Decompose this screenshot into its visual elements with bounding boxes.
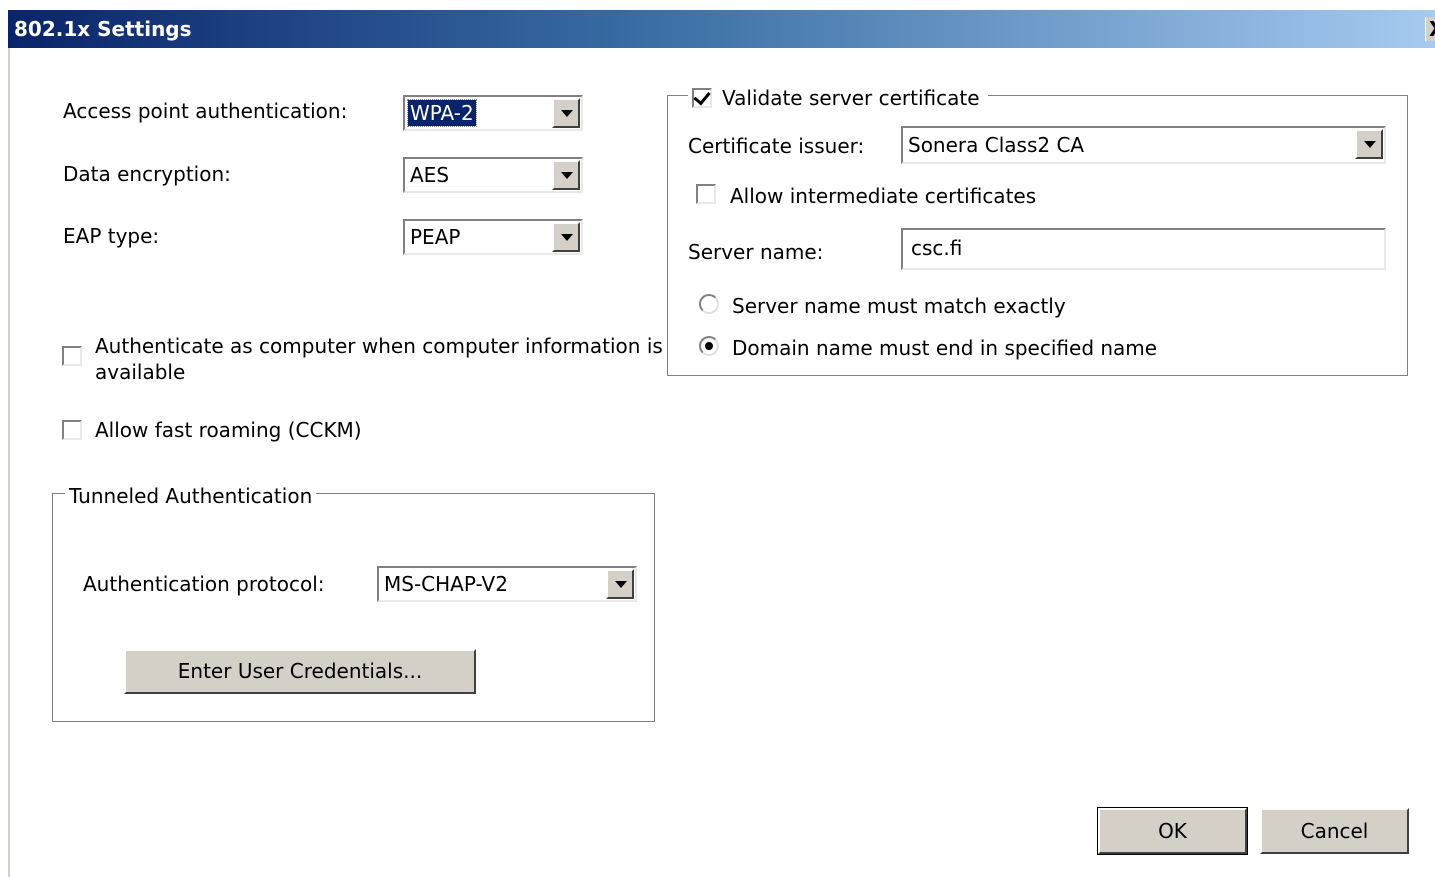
auth-as-computer-label-line1: Authenticate as computer when computer i… xyxy=(95,334,663,358)
access-point-auth-select[interactable]: WPA-2 xyxy=(403,95,583,131)
match-exactly-radio[interactable] xyxy=(699,294,719,314)
fast-roaming-label: Allow fast roaming (CCKM) xyxy=(95,418,362,442)
auth-protocol-label: Authentication protocol: xyxy=(83,572,325,596)
domain-end-label: Domain name must end in specified name xyxy=(732,336,1158,360)
data-encryption-select[interactable]: AES xyxy=(403,157,583,193)
window-title: 802.1x Settings xyxy=(14,17,192,41)
allow-intermediate-checkbox[interactable] xyxy=(696,184,716,204)
cert-issuer-value: Sonera Class2 CA xyxy=(908,133,1085,157)
validate-cert-label: Validate server certificate xyxy=(722,86,980,110)
cancel-button[interactable]: Cancel xyxy=(1260,808,1409,854)
eap-type-select[interactable]: PEAP xyxy=(403,219,583,255)
radio-dot-icon xyxy=(705,342,713,350)
auth-protocol-select[interactable]: MS-CHAP-V2 xyxy=(377,566,637,602)
access-point-auth-value: WPA-2 xyxy=(407,99,477,127)
server-name-field[interactable]: csc.fi xyxy=(901,228,1386,270)
dropdown-arrow-icon[interactable] xyxy=(552,160,580,190)
fast-roaming-checkbox[interactable] xyxy=(62,420,82,440)
server-name-label: Server name: xyxy=(688,240,824,264)
eap-type-label: EAP type: xyxy=(63,224,160,248)
auth-protocol-value: MS-CHAP-V2 xyxy=(384,572,508,596)
enter-credentials-button[interactable]: Enter User Credentials... xyxy=(124,649,476,694)
title-bar: 802.1x Settings X xyxy=(8,10,1435,48)
allow-intermediate-label: Allow intermediate certificates xyxy=(730,184,1037,208)
dropdown-arrow-icon[interactable] xyxy=(552,222,580,252)
window-left-border xyxy=(8,48,10,877)
dropdown-arrow-icon[interactable] xyxy=(552,98,580,128)
validate-cert-legend: Validate server certificate xyxy=(688,86,988,110)
cert-issuer-select[interactable]: Sonera Class2 CA xyxy=(901,126,1386,164)
match-exactly-label: Server name must match exactly xyxy=(732,294,1066,318)
validate-cert-checkbox[interactable] xyxy=(692,87,712,108)
cert-issuer-label: Certificate issuer: xyxy=(688,134,865,158)
checkmark-icon xyxy=(693,87,711,106)
auth-as-computer-checkbox[interactable] xyxy=(62,346,82,366)
eap-type-value: PEAP xyxy=(410,225,461,249)
server-name-value: csc.fi xyxy=(911,236,963,260)
close-icon[interactable]: X xyxy=(1425,17,1435,41)
dropdown-arrow-icon[interactable] xyxy=(606,569,634,599)
data-encryption-value: AES xyxy=(410,163,450,187)
tunneled-auth-legend: Tunneled Authentication xyxy=(65,484,317,508)
access-point-auth-label: Access point authentication: xyxy=(63,99,348,123)
ok-button[interactable]: OK xyxy=(1097,807,1248,855)
dropdown-arrow-icon[interactable] xyxy=(1355,129,1383,159)
domain-end-radio[interactable] xyxy=(699,336,719,356)
auth-as-computer-label-line2: available xyxy=(95,360,186,384)
data-encryption-label: Data encryption: xyxy=(63,162,231,186)
